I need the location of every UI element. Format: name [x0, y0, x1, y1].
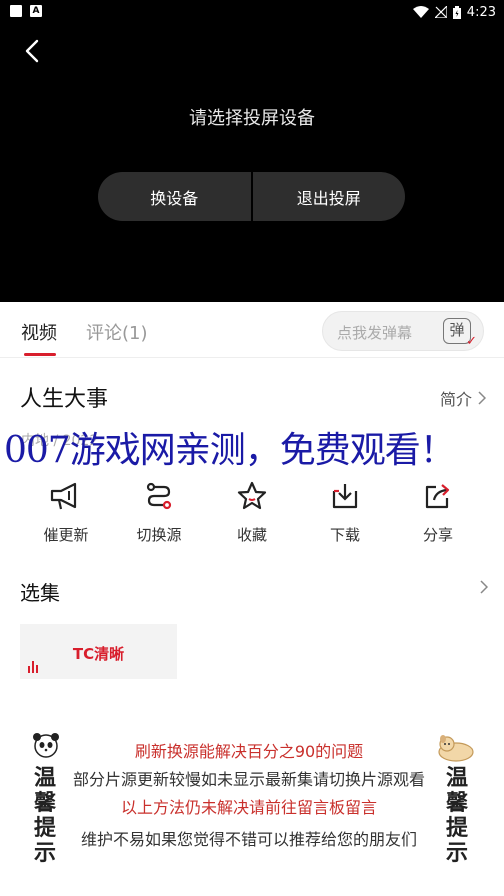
- battery-icon: [452, 5, 461, 19]
- video-player: 请选择投屏设备 换设备 退出投屏: [0, 24, 504, 302]
- notice-banner: 温馨提示 温馨提示 刷新换源能解决百分之90的问题 部分片源更新较慢如未显示最新…: [24, 730, 484, 866]
- danmu-input-box[interactable]: 点我发弹幕 弹 ✓: [322, 311, 484, 351]
- episode-item[interactable]: TC清晰: [20, 624, 177, 679]
- episodes-title: 选集: [20, 581, 60, 605]
- download-button[interactable]: 下载: [300, 478, 390, 545]
- action-label: 分享: [422, 526, 453, 544]
- episode-label: TC清晰: [72, 645, 125, 663]
- switch-source-icon: [146, 482, 172, 510]
- action-label: 切换源: [136, 526, 182, 544]
- download-icon: [332, 484, 358, 509]
- notice-line: 以上方法仍未解决请前往留言板留言: [120, 798, 377, 817]
- favorite-button[interactable]: 收藏: [207, 478, 297, 545]
- check-icon: ✓: [466, 334, 477, 349]
- switch-source-button[interactable]: 切换源: [114, 478, 204, 545]
- tab-comment[interactable]: 评论(1): [86, 319, 148, 345]
- exit-cast-button[interactable]: 退出投屏: [253, 172, 406, 221]
- cast-title: 请选择投屏设备: [189, 108, 315, 129]
- notice-right-label: 温馨提示: [445, 766, 468, 866]
- star-icon: [237, 481, 267, 510]
- show-title: 人生大事: [20, 387, 109, 412]
- chevron-right-icon[interactable]: [480, 580, 488, 594]
- share-icon: [425, 484, 450, 509]
- danmu-input[interactable]: 点我发弹幕: [337, 322, 412, 343]
- status-bar: A 4:23: [0, 0, 504, 24]
- action-label: 收藏: [236, 526, 267, 544]
- intro-label: 简介: [439, 390, 472, 409]
- request-update-button[interactable]: 催更新: [21, 478, 111, 545]
- promo-watermark: 007游戏网亲测，免费观看！: [4, 430, 456, 471]
- wifi-icon: [412, 6, 429, 18]
- notice-line: 部分片源更新较慢如未显示最新集请切换片源观看: [72, 770, 425, 789]
- notice-line: 维护不易如果您觉得不错可以推荐给您的朋友们: [80, 830, 417, 849]
- notice-line: 刷新换源能解决百分之90的问题: [134, 742, 364, 761]
- tab-video[interactable]: 视频: [21, 319, 57, 345]
- status-time: 4:23: [466, 4, 496, 20]
- action-bar: 催更新 切换源 收藏 下载 分享: [0, 478, 504, 548]
- app-notification-icon: A: [30, 5, 42, 17]
- notification-icon: [10, 5, 22, 17]
- tab-active-indicator: [24, 353, 56, 356]
- chevron-right-icon: [478, 391, 486, 405]
- tab-bar: 视频 评论(1) 点我发弹幕 弹 ✓: [0, 302, 504, 358]
- no-signal-icon: [434, 6, 447, 18]
- change-device-button[interactable]: 换设备: [98, 172, 251, 221]
- share-button[interactable]: 分享: [393, 478, 483, 545]
- action-label: 催更新: [43, 526, 89, 544]
- megaphone-icon: [50, 482, 77, 510]
- action-label: 下载: [329, 526, 360, 544]
- cast-button-group: 换设备 退出投屏: [98, 172, 405, 221]
- back-arrow-icon[interactable]: [18, 36, 48, 66]
- intro-link[interactable]: 简介: [440, 386, 486, 410]
